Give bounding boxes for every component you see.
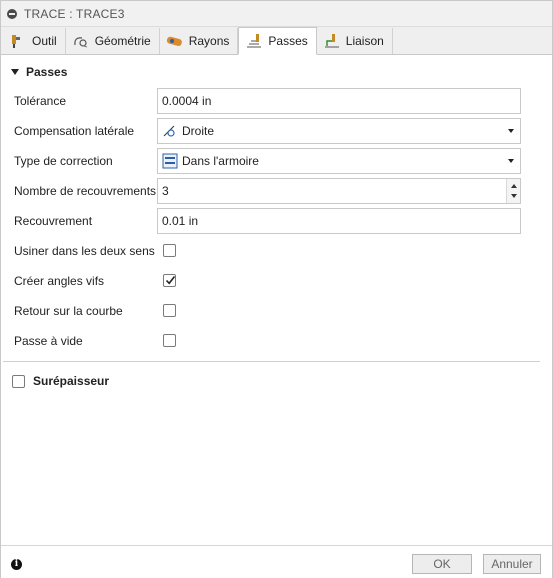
back-on-curve-checkbox[interactable] xyxy=(163,304,176,317)
tab-liaison[interactable]: Liaison xyxy=(317,28,393,54)
tolerance-input[interactable]: 0.0004 in xyxy=(157,88,521,114)
overlap-count-label: Nombre de recouvrements xyxy=(14,184,157,198)
row-empty-pass: Passe à vide xyxy=(14,331,83,351)
radius-icon xyxy=(166,33,184,49)
linking-icon xyxy=(323,33,341,49)
row-back-on-curve: Retour sur la courbe xyxy=(14,301,123,321)
dropdown-arrow-icon xyxy=(508,129,514,133)
passes-icon xyxy=(245,33,263,49)
expand-triangle-icon xyxy=(11,69,19,75)
back-on-curve-label: Retour sur la courbe xyxy=(14,304,123,318)
compensation-right-icon xyxy=(162,123,180,139)
dialog-footer: i OK Annuler xyxy=(1,545,552,578)
stock-label: Surépaisseur xyxy=(33,374,110,388)
tab-bar: Outil Géométrie Rayons Passes Liaison xyxy=(1,27,552,55)
decrement-arrow-icon[interactable] xyxy=(511,194,517,198)
window-title: TRACE : TRACE3 xyxy=(24,6,125,21)
tab-label: Rayons xyxy=(188,34,230,48)
both-ways-checkbox[interactable] xyxy=(163,244,176,257)
row-sharp-corners: Créer angles vifs xyxy=(14,271,104,291)
tab-passes[interactable]: Passes xyxy=(238,27,317,55)
geometry-icon xyxy=(72,33,90,49)
tab-geometrie[interactable]: Géométrie xyxy=(66,28,160,54)
tolerance-value: 0.0004 in xyxy=(162,94,212,108)
tolerance-label: Tolérance xyxy=(14,94,67,108)
collapse-icon[interactable] xyxy=(7,8,17,19)
correction-type-value: Dans l'armoire xyxy=(182,154,259,168)
tab-label: Passes xyxy=(268,34,308,48)
increment-arrow-icon[interactable] xyxy=(511,184,517,188)
section-divider xyxy=(3,361,540,362)
compensation-select[interactable]: Droite xyxy=(157,118,521,144)
empty-pass-label: Passe à vide xyxy=(14,334,83,348)
tab-label: Outil xyxy=(32,34,57,48)
row-both-ways: Usiner dans les deux sens xyxy=(14,241,155,261)
section-passes-header[interactable]: Passes xyxy=(11,65,67,79)
dialog-window: TRACE : TRACE3 Outil Géométrie Rayons Pa… xyxy=(0,0,553,578)
tab-outil[interactable]: Outil xyxy=(3,28,66,54)
cancel-button[interactable]: Annuler xyxy=(483,554,541,574)
ok-button[interactable]: OK xyxy=(412,554,472,574)
both-ways-label: Usiner dans les deux sens xyxy=(14,244,155,258)
title-bar: TRACE : TRACE3 xyxy=(1,1,552,27)
row-tolerance: Tolérance xyxy=(14,91,66,111)
tab-rayons[interactable]: Rayons xyxy=(160,28,239,54)
sharp-corners-checkbox[interactable] xyxy=(163,274,176,287)
control-cabinet-icon xyxy=(162,153,180,169)
row-compensation: Compensation latérale xyxy=(14,121,134,141)
stepper-buttons[interactable] xyxy=(506,179,520,203)
section-title: Passes xyxy=(26,65,68,79)
overlap-label: Recouvrement xyxy=(14,214,93,228)
row-overlap: Recouvrement xyxy=(14,211,92,231)
tab-label: Géométrie xyxy=(94,34,151,48)
stock-checkbox[interactable] xyxy=(12,374,25,388)
overlap-count-stepper[interactable]: 3 xyxy=(157,178,521,204)
overlap-input[interactable]: 0.01 in xyxy=(157,208,521,234)
row-overlap-count: Nombre de recouvrements xyxy=(14,181,156,201)
row-correction-type: Type de correction xyxy=(14,151,113,171)
correction-type-select[interactable]: Dans l'armoire xyxy=(157,148,521,174)
info-icon[interactable]: i xyxy=(11,559,22,570)
compensation-label: Compensation latérale xyxy=(14,124,135,138)
compensation-value: Droite xyxy=(182,124,215,138)
tool-icon xyxy=(9,33,27,49)
stock-section-header[interactable]: Surépaisseur xyxy=(12,374,109,388)
dropdown-arrow-icon xyxy=(508,159,514,163)
empty-pass-checkbox[interactable] xyxy=(163,334,176,347)
overlap-count-value: 3 xyxy=(162,184,169,198)
correction-type-label: Type de correction xyxy=(14,154,113,168)
checkmark-icon xyxy=(165,276,176,285)
overlap-value: 0.01 in xyxy=(162,214,199,228)
sharp-corners-label: Créer angles vifs xyxy=(14,274,105,288)
tab-label: Liaison xyxy=(345,34,384,48)
